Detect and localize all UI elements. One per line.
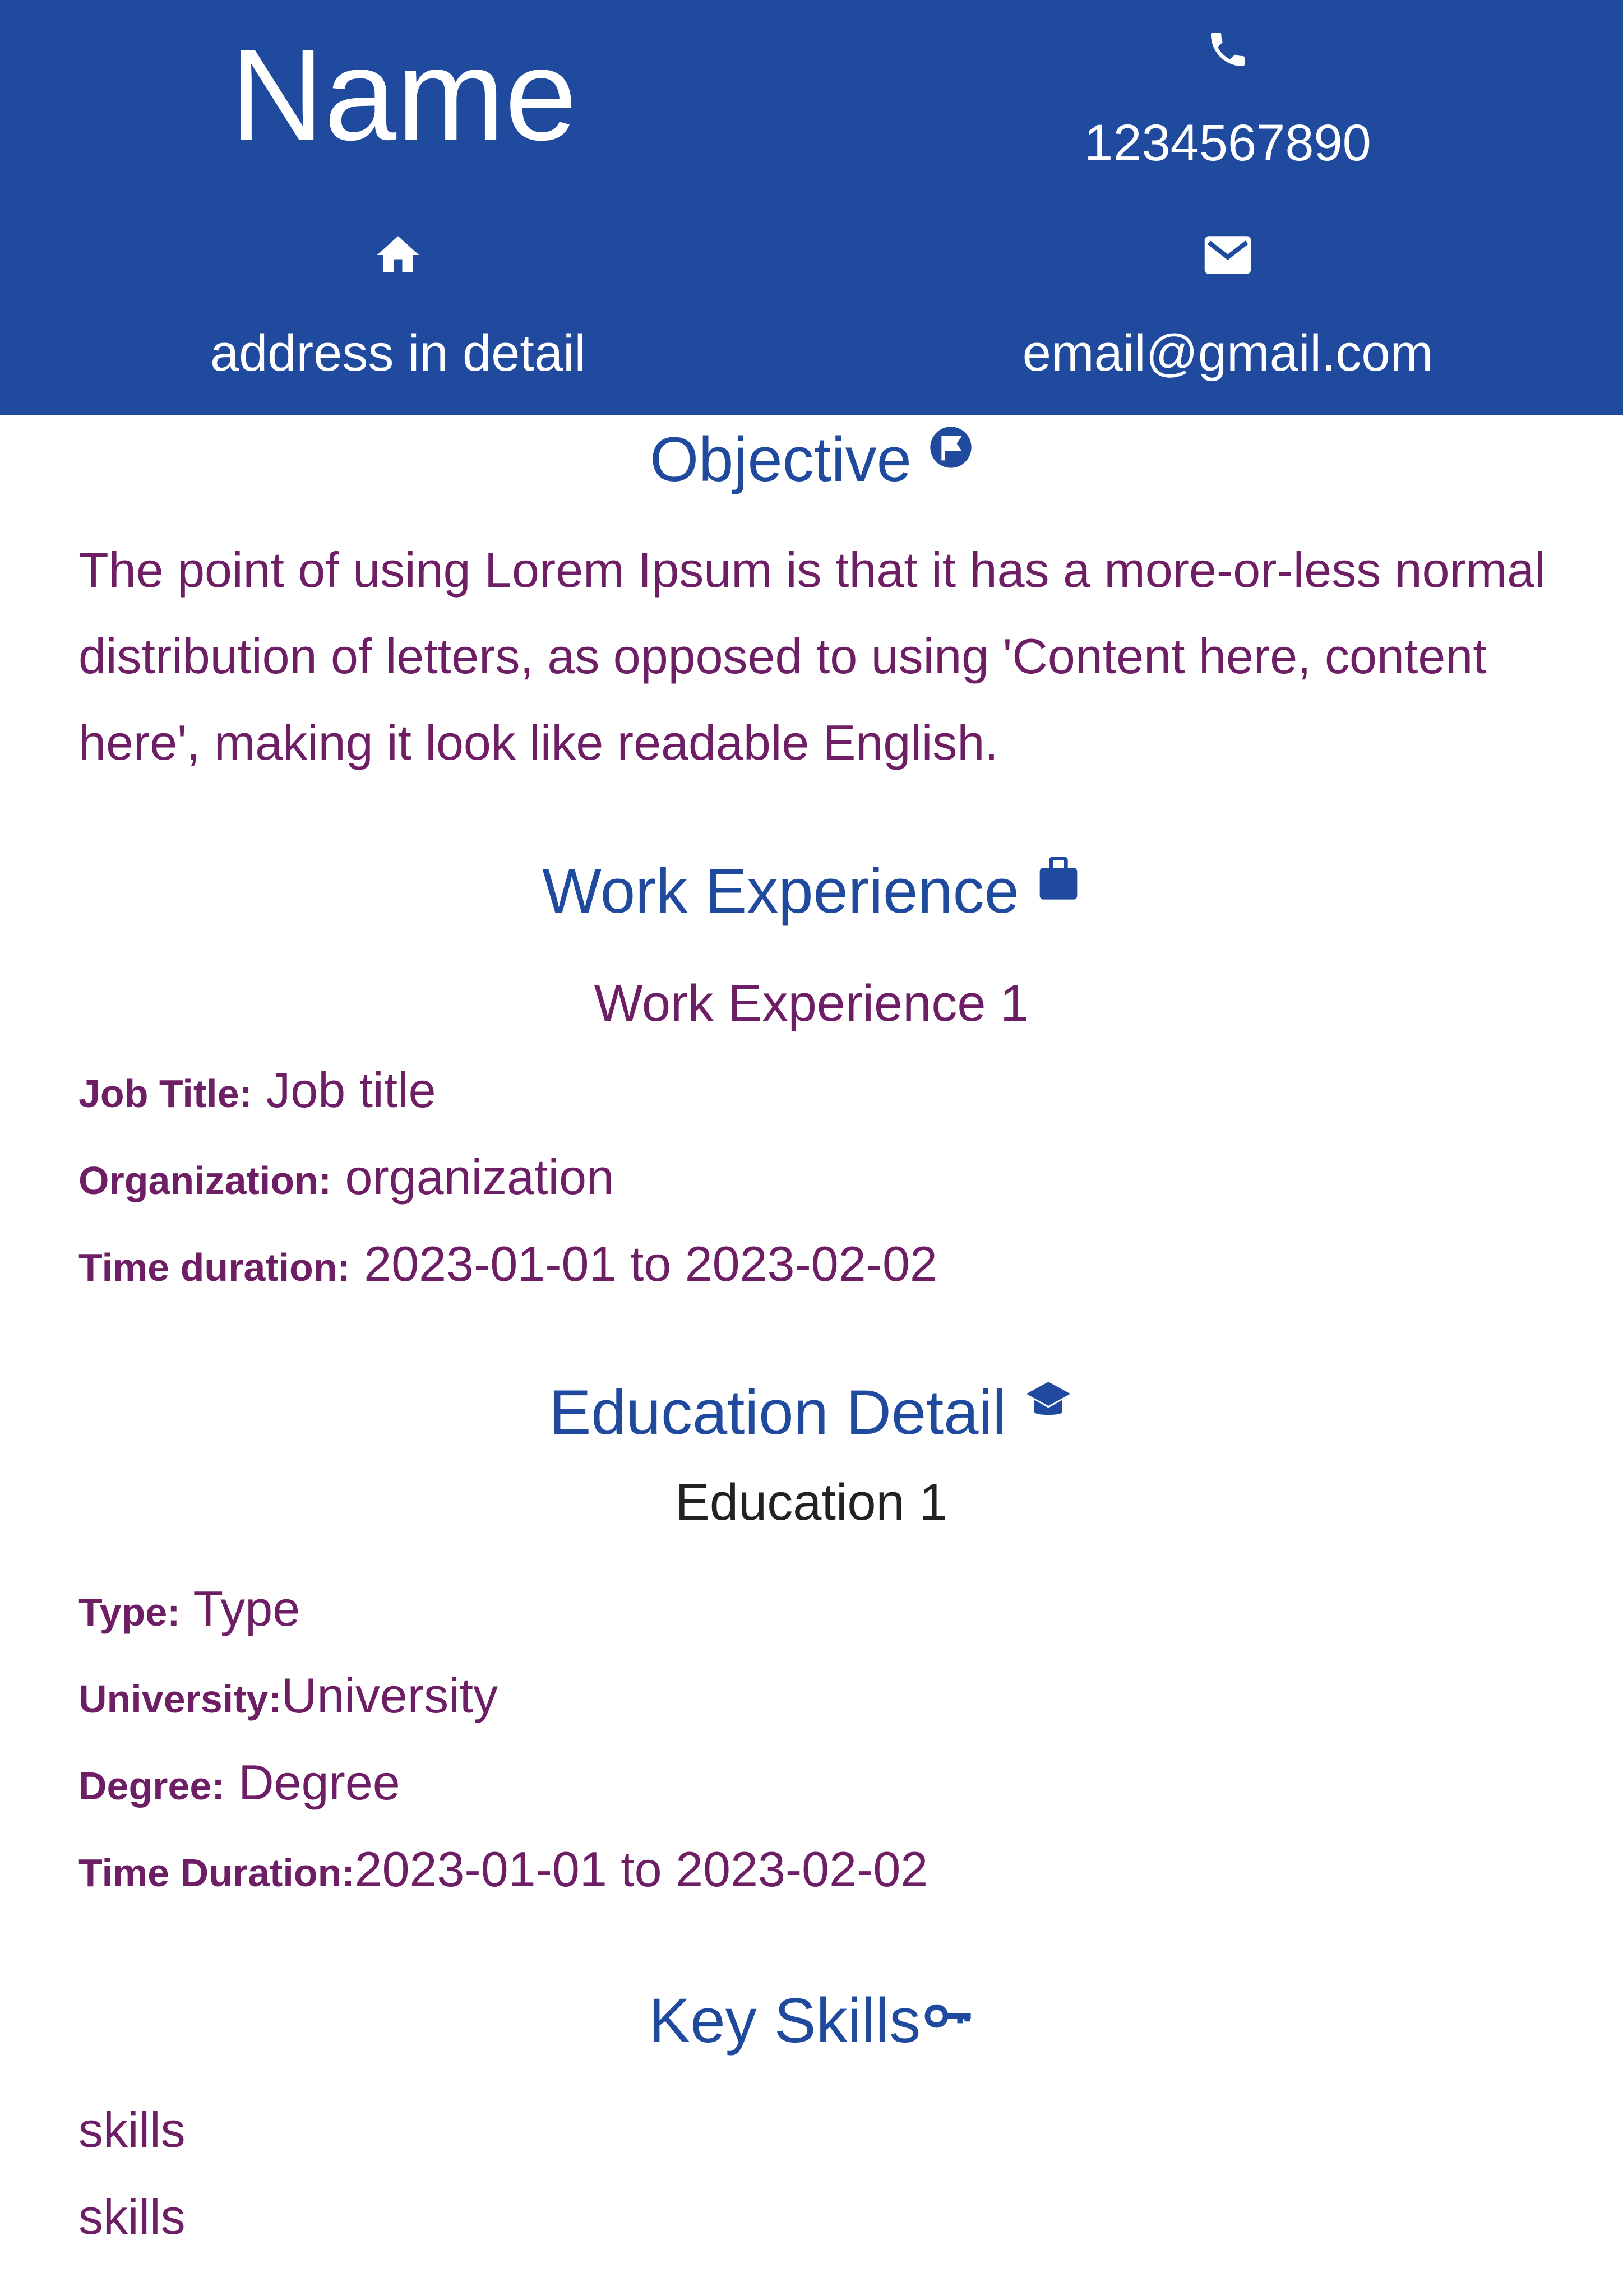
briefcase-icon bbox=[1036, 852, 1081, 931]
address-text: address in detail bbox=[210, 325, 586, 382]
education-type-value: Type bbox=[180, 1581, 300, 1636]
work-duration-row: Time duration: 2023-01-01 to 2023-02-02 bbox=[78, 1230, 1536, 1301]
organization-row: Organization: organization bbox=[78, 1144, 1536, 1214]
work-title: Work Experience bbox=[542, 856, 1019, 926]
skills-title: Key Skills bbox=[648, 1985, 921, 2056]
work-section-title: Work Experience bbox=[0, 852, 1623, 931]
university-label: University: bbox=[78, 1677, 281, 1721]
objective-text: The point of using Lorem Ipsum is that i… bbox=[78, 542, 1546, 770]
education-section-title: Education Detail bbox=[0, 1373, 1623, 1452]
skill-item: skills bbox=[78, 2189, 186, 2244]
university-value: University bbox=[281, 1668, 498, 1723]
objective-section-title: Objective bbox=[0, 420, 1623, 499]
skill-item: skills bbox=[78, 2102, 186, 2158]
education-duration-row: Time Duration:2023-01-01 to 2023-02-02 bbox=[78, 1836, 1536, 1906]
phone-number[interactable]: 1234567890 bbox=[1004, 109, 1452, 177]
home-icon bbox=[353, 230, 443, 291]
education-type-label: Type: bbox=[78, 1590, 181, 1634]
job-title-value: Job title bbox=[252, 1062, 436, 1118]
person-name: Name bbox=[230, 22, 577, 168]
envelope-icon bbox=[1183, 230, 1273, 291]
work-duration-value: 2023-01-01 to 2023-02-02 bbox=[350, 1236, 937, 1292]
education-type-row: Type: Type bbox=[78, 1575, 1536, 1646]
education-item-heading: Education 1 bbox=[675, 1474, 948, 1531]
organization-label: Organization: bbox=[78, 1159, 332, 1202]
education-title: Education Detail bbox=[549, 1377, 1007, 1447]
phone-icon bbox=[1183, 21, 1273, 83]
education-duration-label: Time Duration: bbox=[78, 1851, 355, 1895]
flag-circle-icon bbox=[928, 420, 973, 499]
job-title-row: Job Title: Job title bbox=[78, 1057, 1536, 1127]
degree-row: Degree: Degree bbox=[78, 1749, 1536, 1820]
objective-title: Objective bbox=[650, 424, 912, 494]
degree-label: Degree: bbox=[78, 1764, 225, 1808]
work-item-heading: Work Experience 1 bbox=[594, 975, 1029, 1032]
resume-header: Name 1234567890 address in detail email@… bbox=[0, 0, 1623, 415]
organization-value: organization bbox=[331, 1149, 614, 1205]
graduation-cap-icon bbox=[1023, 1373, 1074, 1452]
key-icon bbox=[924, 1982, 974, 2060]
job-title-label: Job Title: bbox=[78, 1072, 252, 1115]
work-duration-label: Time duration: bbox=[78, 1246, 350, 1289]
university-row: University:University bbox=[78, 1662, 1536, 1733]
email-address[interactable]: email@gmail.com bbox=[1004, 320, 1452, 387]
education-duration-value: 2023-01-01 to 2023-02-02 bbox=[354, 1841, 928, 1897]
degree-value: Degree bbox=[224, 1755, 400, 1810]
skills-section-title: Key Skills bbox=[0, 1982, 1623, 2060]
